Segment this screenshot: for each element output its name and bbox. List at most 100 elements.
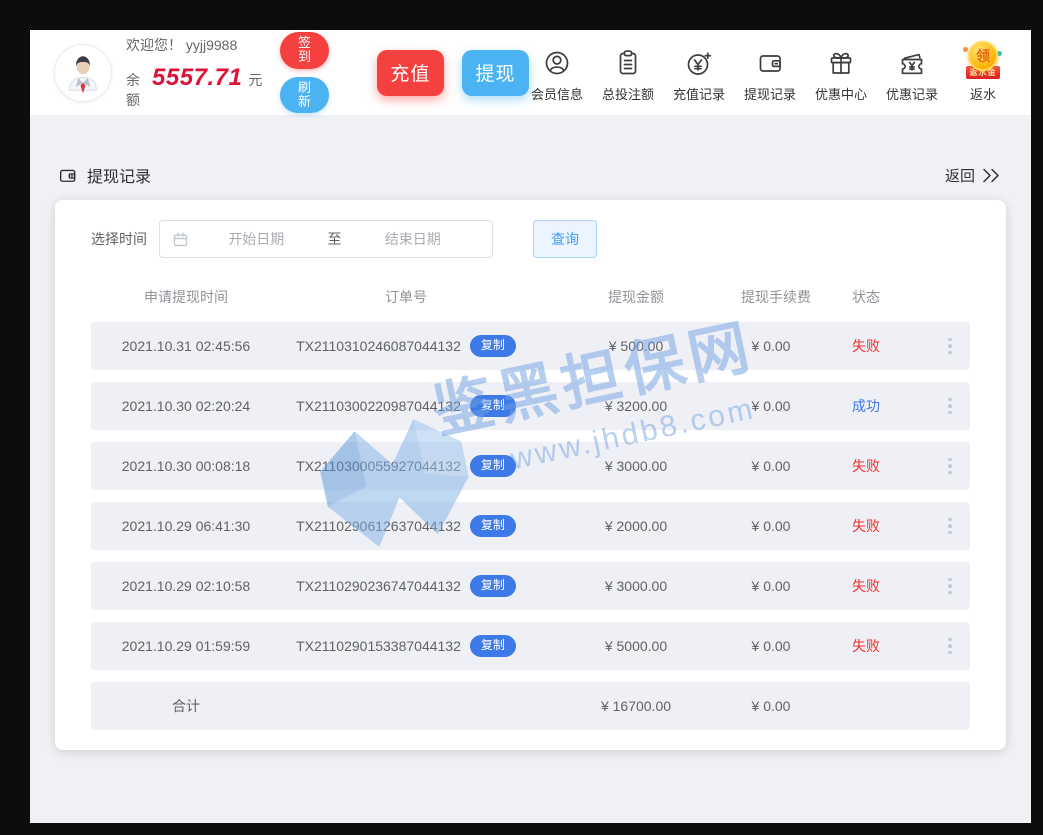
- filter-row: 选择时间 开始日期 至 结束日期 查询: [91, 220, 970, 258]
- filter-label: 选择时间: [91, 229, 147, 249]
- status-text: 失败: [801, 576, 931, 596]
- col-status: 状态: [801, 287, 931, 307]
- signin-button[interactable]: 签到: [280, 32, 328, 69]
- start-date-placeholder: 开始日期: [189, 229, 324, 249]
- row-fee: ¥ 0.00: [741, 338, 801, 354]
- nav-member-info[interactable]: 会员信息: [529, 45, 585, 103]
- wallet-icon: [754, 45, 786, 79]
- end-date-placeholder: 结束日期: [346, 229, 481, 249]
- col-order: 订单号: [281, 287, 531, 307]
- col-amount: 提现金额: [531, 287, 741, 307]
- order-number: TX2110300055927044132: [296, 458, 461, 474]
- total-label: 合计: [91, 696, 281, 716]
- status-text: 失败: [801, 516, 931, 536]
- table-row: 2021.10.30 00:08:18 TX211030005592704413…: [91, 442, 970, 490]
- nav-label: 返水: [970, 84, 996, 103]
- row-amount: ¥ 500.00: [531, 338, 741, 354]
- nav-rebate[interactable]: 返水金 领 返水: [955, 43, 1011, 103]
- row-order-cell: TX2110290612637044132 复制: [281, 515, 531, 536]
- row-more-menu[interactable]: [931, 634, 969, 659]
- row-time: 2021.10.30 00:08:18: [91, 458, 281, 474]
- row-more-menu[interactable]: [931, 514, 969, 539]
- order-number: TX2110290153387044132: [296, 638, 461, 654]
- yen-ticket-icon: [896, 45, 928, 79]
- row-more-menu[interactable]: [931, 574, 969, 599]
- row-amount: ¥ 2000.00: [531, 518, 741, 534]
- back-link[interactable]: 返回: [945, 165, 1005, 186]
- avatar[interactable]: [54, 44, 112, 102]
- row-fee: ¥ 0.00: [741, 518, 801, 534]
- total-row: 合计 ¥ 16700.00 ¥ 0.00: [91, 682, 970, 730]
- page-title-text: 提现记录: [87, 163, 151, 187]
- refresh-button[interactable]: 刷新: [280, 77, 328, 114]
- row-fee: ¥ 0.00: [741, 458, 801, 474]
- row-order-cell: TX2110300220987044132 复制: [281, 395, 531, 416]
- gold-coin-icon: 返水金 领: [965, 43, 1001, 79]
- nav-total-bets[interactable]: 总投注额: [600, 45, 656, 103]
- back-label: 返回: [945, 165, 975, 186]
- deposit-button[interactable]: 充值: [377, 50, 444, 96]
- nav-withdraw-records[interactable]: 提现记录: [742, 45, 798, 103]
- row-more-menu[interactable]: [931, 394, 969, 419]
- balance-label: 余额: [126, 70, 144, 110]
- order-number: TX2110290236747044132: [296, 578, 461, 594]
- nav-label: 充值记录: [673, 84, 725, 103]
- row-time: 2021.10.29 01:59:59: [91, 638, 281, 654]
- query-button[interactable]: 查询: [533, 220, 597, 258]
- yen-circle-plus-icon: [683, 45, 715, 79]
- total-fee: ¥ 0.00: [741, 698, 801, 714]
- nav-label: 总投注额: [602, 84, 654, 103]
- row-time: 2021.10.30 02:20:24: [91, 398, 281, 414]
- copy-button[interactable]: 复制: [470, 515, 516, 536]
- user-circle-icon: [541, 45, 573, 79]
- copy-button[interactable]: 复制: [470, 575, 516, 596]
- coin-text: 领: [968, 41, 998, 71]
- copy-button[interactable]: 复制: [470, 335, 516, 356]
- row-order-cell: TX2110300055927044132 复制: [281, 455, 531, 476]
- copy-button[interactable]: 复制: [470, 455, 516, 476]
- balance-unit: 元: [248, 70, 262, 90]
- top-bar: 欢迎您！ yyjj9988 余额 5557.71 元 签到 刷新 充值 提现: [30, 30, 1031, 115]
- double-chevron-right-icon: [979, 167, 1005, 184]
- welcome-block: 欢迎您！ yyjj9988 余额 5557.71 元: [126, 35, 262, 110]
- copy-button[interactable]: 复制: [470, 395, 516, 416]
- row-more-menu[interactable]: [931, 454, 969, 479]
- withdraw-records-card: 鉴黑担保网 www.jhdb8.com 选择时间 开始日期 至 结束日期 查询 …: [55, 200, 1006, 750]
- table-row: 2021.10.29 02:10:58 TX211029023674704413…: [91, 562, 970, 610]
- order-number: TX2110290612637044132: [296, 518, 461, 534]
- row-amount: ¥ 3000.00: [531, 458, 741, 474]
- nav-label: 会员信息: [531, 84, 583, 103]
- row-order-cell: TX2110290236747044132 复制: [281, 575, 531, 596]
- table-row: 2021.10.31 02:45:56 TX211031024608704413…: [91, 322, 970, 370]
- nav-deposit-records[interactable]: 充值记录: [671, 45, 727, 103]
- status-text: 失败: [801, 456, 931, 476]
- table-header: 申请提现时间 订单号 提现金额 提现手续费 状态: [91, 272, 970, 322]
- row-order-cell: TX2110310246087044132 复制: [281, 335, 531, 356]
- clipboard-icon: [612, 45, 644, 79]
- site-frame: 欢迎您！ yyjj9988 余额 5557.71 元 签到 刷新 充值 提现: [30, 30, 1031, 823]
- row-fee: ¥ 0.00: [741, 398, 801, 414]
- row-time: 2021.10.29 02:10:58: [91, 578, 281, 594]
- nav-promo-center[interactable]: 优惠中心: [813, 45, 869, 103]
- nav-promo-records[interactable]: 优惠记录: [884, 45, 940, 103]
- nav-label: 优惠中心: [815, 84, 867, 103]
- pill-column: 签到 刷新: [280, 32, 328, 113]
- status-text: 失败: [801, 636, 931, 656]
- row-order-cell: TX2110290153387044132 复制: [281, 635, 531, 656]
- date-separator: 至: [324, 229, 346, 249]
- date-range-input[interactable]: 开始日期 至 结束日期: [159, 220, 493, 258]
- calendar-icon: [172, 231, 189, 248]
- table-row: 2021.10.30 02:20:24 TX211030022098704413…: [91, 382, 970, 430]
- withdraw-button[interactable]: 提现: [462, 50, 529, 96]
- col-time: 申请提现时间: [91, 287, 281, 307]
- row-more-menu[interactable]: [931, 334, 969, 359]
- total-amount: ¥ 16700.00: [531, 698, 741, 714]
- row-fee: ¥ 0.00: [741, 578, 801, 594]
- row-amount: ¥ 5000.00: [531, 638, 741, 654]
- page-head: 提现记录 返回: [56, 163, 1005, 187]
- copy-button[interactable]: 复制: [470, 635, 516, 656]
- balance-value: 5557.71: [152, 64, 242, 92]
- status-text: 成功: [801, 396, 931, 416]
- balance-line: 余额 5557.71 元: [126, 64, 262, 110]
- user-avatar-icon: [60, 50, 106, 96]
